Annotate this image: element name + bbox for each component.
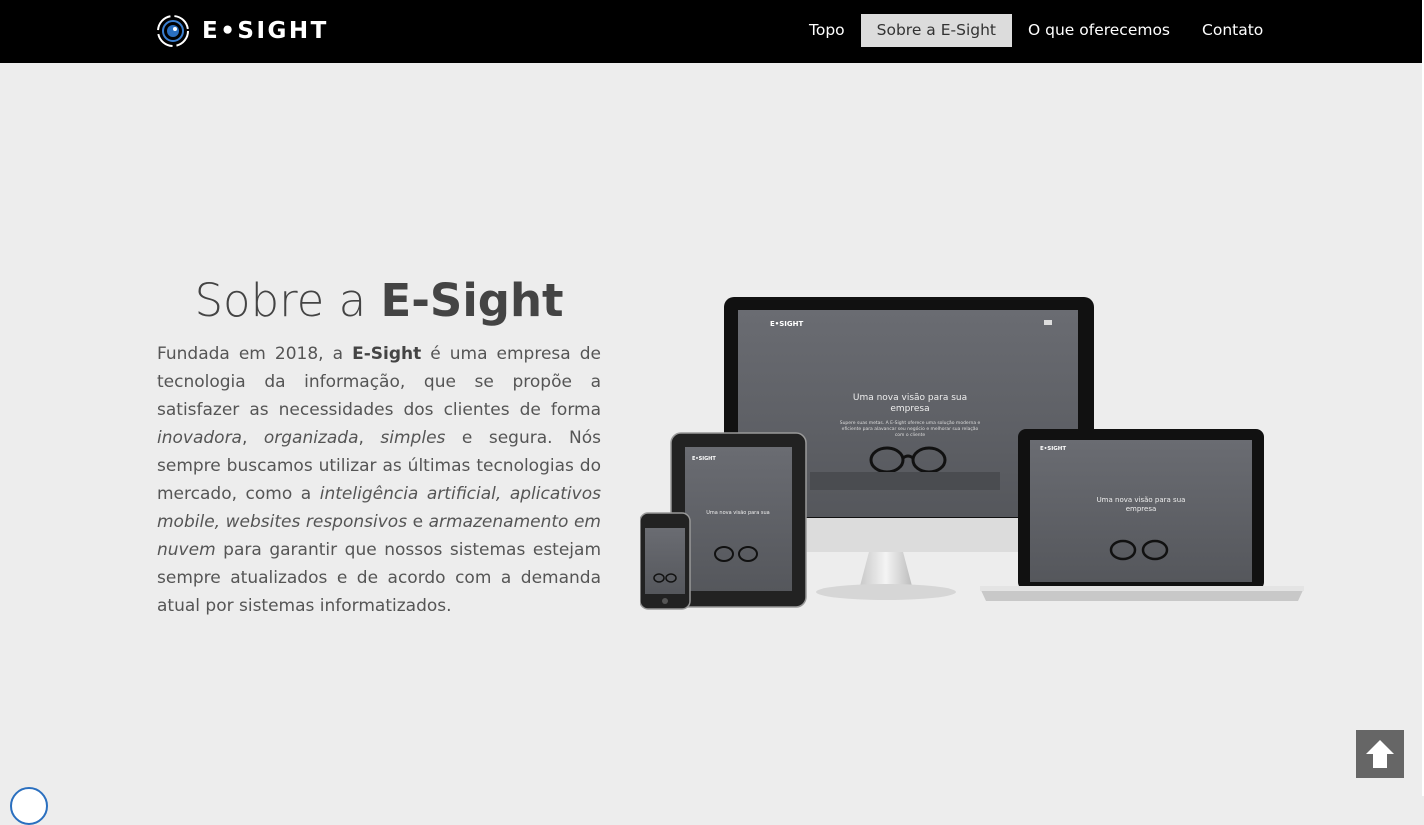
screen-headline: Uma nova visão para sua [1097,496,1186,504]
screen-headline: Uma nova visão para sua [706,510,769,516]
screen-subtext: Supere suas metas. A E-Sight oferece uma… [840,420,981,426]
text-run: para garantir que nossos sistemas esteja… [157,540,601,616]
back-to-top-button[interactable] [1356,730,1404,778]
screen-subtext: eficiente para alavancar seu negócio e m… [842,425,979,432]
emphasis: simples [380,428,446,448]
nav-contato[interactable]: Contato [1186,14,1279,47]
laptop: E•SIGHT Uma nova visão para sua empresa [980,429,1304,601]
screen-headline-2: empresa [1126,505,1157,513]
brand-mention: E-Sight [352,344,422,364]
title-prefix: Sobre a [194,274,381,327]
emphasis: , [214,512,226,532]
corner-logo-icon [10,787,48,825]
emphasis: inteligência artificial [319,484,496,504]
arrow-up-icon [1366,740,1394,768]
title-brand: E-Sight [380,274,564,327]
screen-brand: E•SIGHT [770,320,804,328]
text-run: Fundada em 2018, a [157,344,353,364]
screen-subtext: com o cliente [895,432,926,438]
text-run: , [358,428,381,448]
emphasis: organizada [263,428,359,448]
nav-oferecemos[interactable]: O que oferecemos [1012,14,1186,47]
emphasis: websites responsivos [225,512,408,532]
screen-brand: E•SIGHT [692,456,716,462]
about-paragraph: Fundada em 2018, a E-Sight é uma empresa… [157,340,601,620]
responsive-devices-illustration: E•SIGHT Uma nova visão para sua empresa … [640,297,1304,610]
top-navbar: E•SIGHT Topo Sobre a E-Sight O que ofere… [0,0,1424,63]
screen-headline: Uma nova visão para sua [853,393,967,403]
nav-topo[interactable]: Topo [793,14,861,47]
section-title: Sobre a E-Sight [157,274,601,327]
text-run: e [407,512,429,532]
screen-headline-2: empresa [890,404,929,414]
nav-sobre[interactable]: Sobre a E-Sight [860,14,1012,47]
phone [640,512,691,610]
text-run: , [241,428,264,448]
brand-logo[interactable]: E•SIGHT [156,13,329,49]
brand-name: E•SIGHT [202,18,329,44]
emphasis: , [495,484,510,504]
screen-brand: E•SIGHT [1040,446,1066,452]
eye-target-logo-icon [157,15,189,47]
tablet: E•SIGHT Uma nova visão para sua [670,432,807,608]
emphasis: inovadora [157,428,242,448]
main-nav: Topo Sobre a E-Sight O que oferecemos Co… [793,14,1279,47]
